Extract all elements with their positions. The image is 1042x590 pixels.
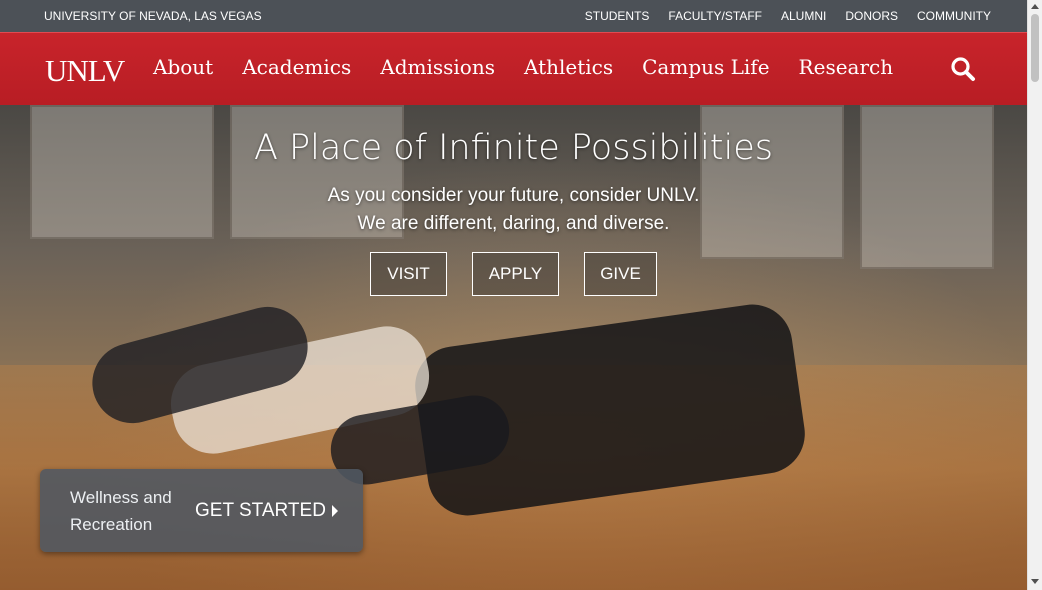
caret-right-icon — [331, 505, 338, 517]
scrollbar[interactable] — [1027, 0, 1042, 590]
page: UNIVERSITY OF NEVADA, LAS VEGAS STUDENTS… — [0, 0, 1042, 590]
get-started-label: GET STARTED — [195, 500, 326, 521]
university-name[interactable]: UNIVERSITY OF NEVADA, LAS VEGAS — [44, 9, 262, 23]
utility-link-community[interactable]: COMMUNITY — [917, 9, 991, 23]
nav-item-research[interactable]: Research — [799, 55, 894, 79]
scrollbar-thumb[interactable] — [1031, 14, 1039, 82]
apply-button[interactable]: APPLY — [472, 252, 559, 296]
main-nav: UNLV About Academics Admissions Athletic… — [0, 32, 1027, 105]
search-icon[interactable] — [950, 56, 976, 82]
hero-subtitle-line-2: We are different, daring, and diverse. — [357, 213, 670, 234]
scroll-up-icon[interactable] — [1031, 4, 1039, 9]
nav-item-campus-life[interactable]: Campus Life — [642, 55, 769, 79]
primary-nav: About Academics Admissions Athletics Cam… — [153, 55, 922, 79]
scroll-down-icon[interactable] — [1031, 579, 1039, 584]
hero-title: A Place of Infinite Possibilities — [253, 128, 774, 168]
unlv-logo[interactable]: UNLV — [45, 53, 125, 89]
hero-subtitle-line-1: As you consider your future, consider UN… — [327, 185, 700, 206]
nav-item-academics[interactable]: Academics — [242, 55, 351, 79]
visit-button[interactable]: VISIT — [370, 252, 447, 296]
hero-banner: A Place of Infinite Possibilities As you… — [0, 105, 1027, 590]
utility-link-alumni[interactable]: ALUMNI — [781, 9, 826, 23]
nav-item-athletics[interactable]: Athletics — [524, 55, 613, 79]
hero-buttons: VISIT APPLY GIVE — [0, 252, 1027, 296]
hero-subtitle: As you consider your future, consider UN… — [0, 182, 1027, 238]
utility-bar: UNIVERSITY OF NEVADA, LAS VEGAS STUDENTS… — [0, 0, 1027, 32]
promo-label: Wellness and Recreation — [70, 488, 172, 534]
utility-link-students[interactable]: STUDENTS — [585, 9, 650, 23]
utility-links: STUDENTS FACULTY/STAFF ALUMNI DONORS COM… — [566, 9, 991, 23]
utility-link-faculty-staff[interactable]: FACULTY/STAFF — [668, 9, 762, 23]
get-started-button[interactable]: GET STARTED — [195, 500, 338, 522]
nav-item-admissions[interactable]: Admissions — [380, 55, 495, 79]
utility-link-donors[interactable]: DONORS — [845, 9, 898, 23]
nav-item-about[interactable]: About — [153, 55, 213, 79]
give-button[interactable]: GIVE — [584, 252, 657, 296]
promo-card: Wellness and Recreation GET STARTED — [40, 469, 363, 552]
